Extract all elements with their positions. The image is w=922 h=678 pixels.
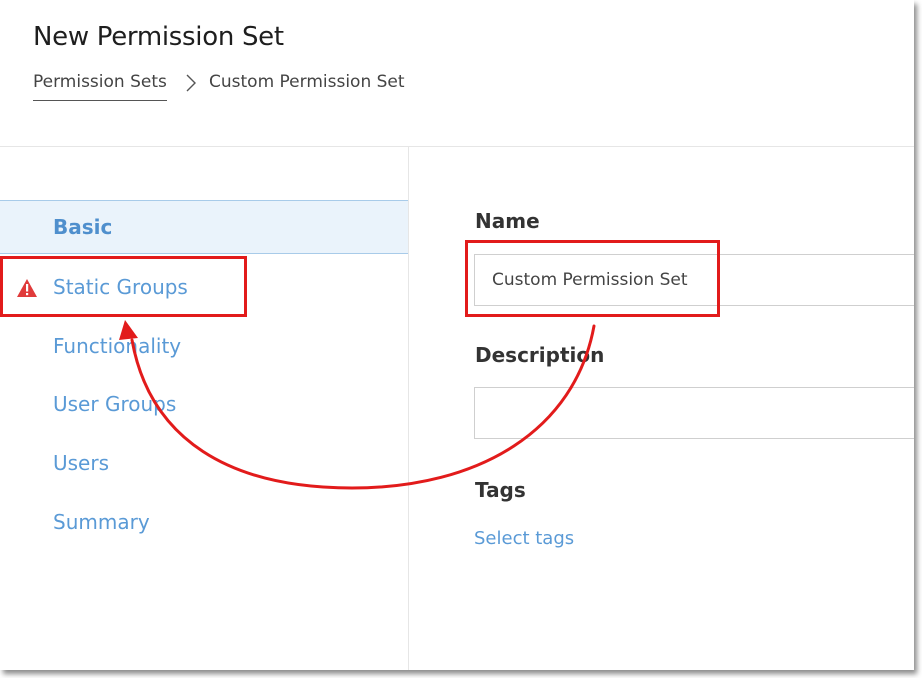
sidebar-item-basic[interactable]: Basic [0, 200, 408, 254]
name-label: Name [475, 209, 540, 233]
tags-label: Tags [475, 478, 526, 502]
warning-icon [17, 279, 37, 297]
sidebar-item-label: Functionality [53, 334, 182, 358]
sidebar-item-label: User Groups [53, 392, 177, 416]
description-label: Description [475, 343, 605, 367]
description-input[interactable] [474, 387, 914, 439]
select-tags-link[interactable]: Select tags [474, 528, 574, 549]
page-title: New Permission Set [33, 22, 284, 52]
sidebar-item-label: Static Groups [53, 275, 188, 299]
sidebar-nav: Basic Static Groups Functionality User G… [0, 147, 408, 670]
sidebar-divider [408, 147, 409, 670]
sidebar-item-summary[interactable]: Summary [0, 495, 408, 549]
breadcrumb-current: Custom Permission Set [209, 72, 405, 92]
sidebar-item-label: Basic [53, 215, 113, 239]
name-input[interactable]: Custom Permission Set [474, 254, 914, 306]
chevron-right-icon [186, 74, 196, 92]
sidebar-item-label: Summary [53, 510, 150, 534]
sidebar-item-label: Users [53, 451, 110, 475]
sidebar-item-static-groups[interactable]: Static Groups [0, 260, 408, 314]
sidebar-item-functionality[interactable]: Functionality [0, 319, 408, 373]
breadcrumb-permission-sets-link[interactable]: Permission Sets [33, 72, 167, 101]
sidebar-item-users[interactable]: Users [0, 436, 408, 490]
sidebar-item-user-groups[interactable]: User Groups [0, 377, 408, 431]
app-window: New Permission Set Permission Sets Custo… [0, 0, 914, 670]
